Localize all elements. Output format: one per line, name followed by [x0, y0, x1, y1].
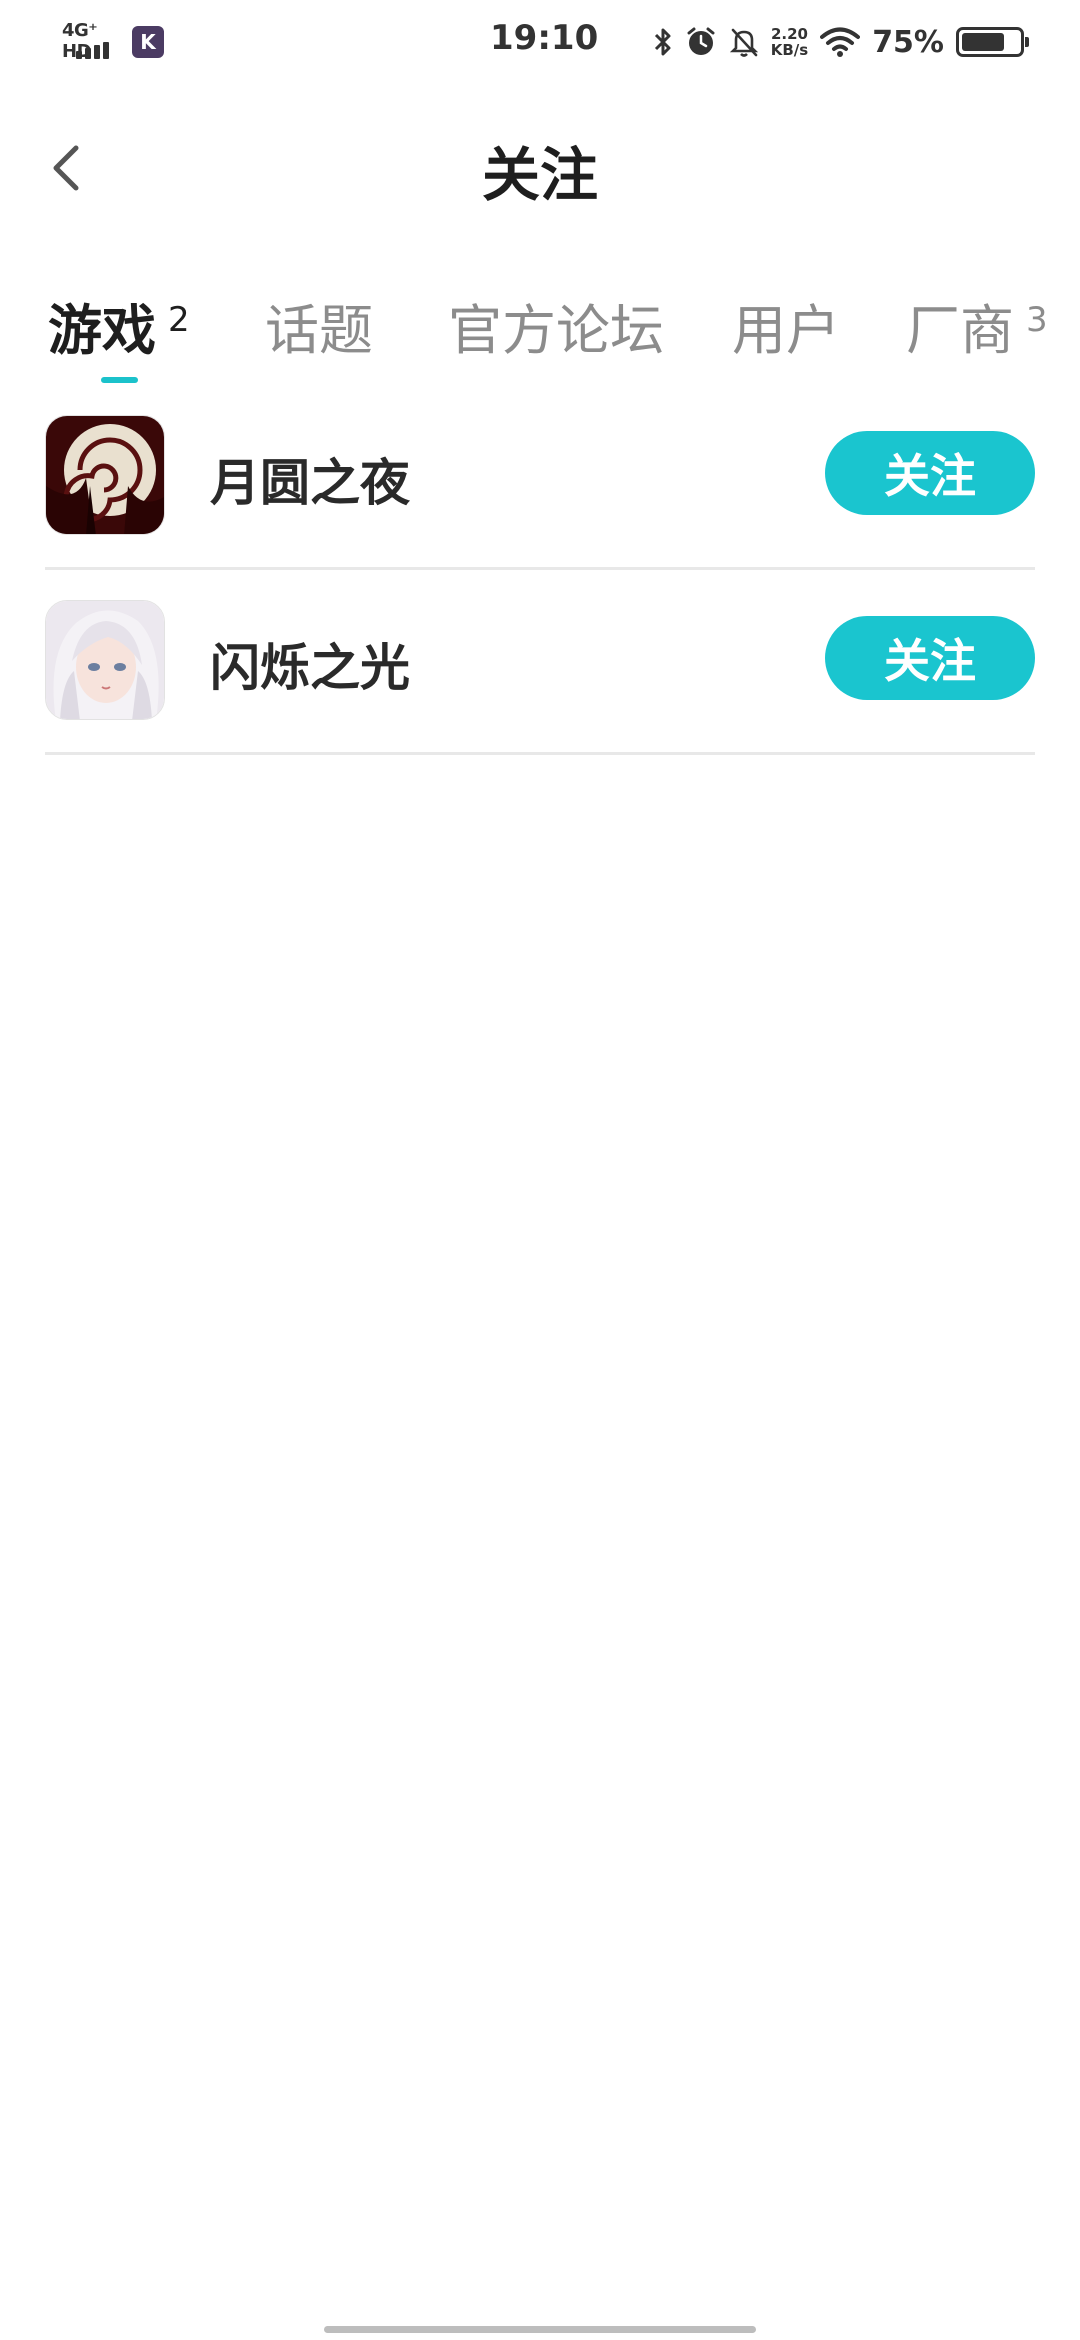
home-indicator[interactable]	[324, 2326, 756, 2333]
list-item[interactable]: 月圆之夜 关注	[45, 405, 1035, 570]
tab-label: 游戏	[48, 299, 156, 362]
moon-night-game-icon[interactable]	[45, 415, 165, 535]
follow-button[interactable]: 关注	[825, 431, 1035, 515]
bell-muted-icon	[729, 28, 758, 57]
header: 关注	[0, 100, 1080, 230]
status-bar: 4G⁺ HD K 19:10 2.20 KB/s 75%	[0, 0, 1080, 80]
tab-count: 3	[1026, 300, 1048, 340]
speed-unit: KB/s	[770, 41, 809, 59]
wifi-icon	[820, 27, 861, 57]
bluetooth-icon	[654, 28, 671, 56]
follow-button[interactable]: 关注	[825, 616, 1035, 700]
game-name[interactable]: 月圆之夜	[210, 443, 410, 515]
battery-percent: 75%	[872, 24, 944, 60]
list-item[interactable]: 闪烁之光 关注	[45, 590, 1035, 755]
tab-vendors[interactable]: 厂商 3	[906, 286, 1048, 365]
active-tab-indicator	[101, 377, 138, 383]
battery-icon	[956, 27, 1029, 57]
tab-label: 厂商	[906, 299, 1014, 362]
tab-users[interactable]: 用户	[732, 286, 840, 365]
app-notification-icon: K	[132, 26, 164, 58]
tab-official-forum[interactable]: 官方论坛	[448, 286, 664, 365]
signal-icon: 4G⁺ HD	[62, 20, 124, 62]
game-name[interactable]: 闪烁之光	[210, 628, 410, 700]
battery-fill	[962, 33, 1004, 51]
tab-count: 2	[168, 300, 190, 340]
page-title: 关注	[481, 141, 598, 209]
tab-games[interactable]: 游戏 2	[48, 286, 190, 365]
speed-value: 2.20	[770, 25, 808, 43]
followed-games-list: 月圆之夜 关注 闪烁之光 关注	[45, 405, 1035, 755]
tab-topics[interactable]: 话题	[265, 286, 373, 365]
tab-bar: 游戏 2 话题 官方论坛 用户 厂商 3	[0, 270, 1080, 390]
tab-label: 用户	[732, 299, 840, 362]
tab-label: 官方论坛	[448, 299, 664, 362]
status-icons: 2.20 KB/s 75%	[653, 20, 1029, 64]
anime-girl-game-icon[interactable]	[45, 600, 165, 720]
tab-label: 话题	[265, 299, 373, 362]
network-speed: 2.20 KB/s	[771, 26, 808, 58]
alarm-icon	[687, 27, 715, 55]
status-time: 19:10	[490, 18, 599, 58]
